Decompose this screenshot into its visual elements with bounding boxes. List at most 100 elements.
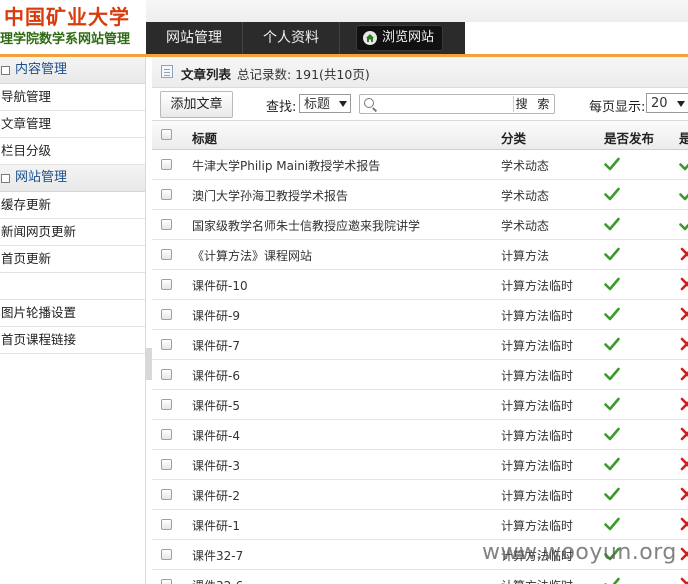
column-header-col5[interactable]: 是	[679, 128, 688, 147]
article-title-link[interactable]: 课件研-1	[192, 517, 240, 534]
cross-icon[interactable]	[679, 547, 688, 561]
check-icon[interactable]	[604, 457, 620, 471]
check-icon[interactable]	[679, 157, 688, 171]
cross-icon[interactable]	[679, 427, 688, 441]
article-title-link[interactable]: 牛津大学Philip Maini教授学术报告	[192, 157, 380, 174]
cross-icon[interactable]	[679, 277, 688, 291]
cross-icon[interactable]	[679, 517, 688, 531]
check-icon[interactable]	[604, 247, 620, 261]
check-icon[interactable]	[604, 397, 620, 411]
article-title-link[interactable]: 课件研-7	[192, 337, 240, 354]
sidebar-item-column-levels[interactable]: 栏目分级	[0, 138, 145, 165]
column-header-title[interactable]: 标题	[192, 128, 217, 147]
add-article-button[interactable]: 添加文章	[160, 91, 233, 118]
column-header-category[interactable]: 分类	[501, 128, 526, 147]
row-checkbox[interactable]	[161, 369, 172, 380]
check-icon[interactable]	[604, 487, 620, 501]
sidebar-item-article-management[interactable]: 文章管理	[0, 111, 145, 138]
main-panel: 文章列表 总记录数: 191(共10页) 添加文章 查找: 标题 搜 索 每页显…	[152, 57, 688, 584]
cross-icon[interactable]	[679, 337, 688, 351]
article-category: 计算方法临时	[501, 399, 574, 413]
check-icon[interactable]	[604, 277, 620, 291]
browse-site-button[interactable]: 浏览网站	[356, 25, 444, 51]
sidebar-section-site[interactable]: 网站管理	[0, 165, 145, 192]
article-title-link[interactable]: 澳门大学孙海卫教授学术报告	[192, 187, 348, 204]
check-icon[interactable]	[604, 217, 620, 231]
column-header-published[interactable]: 是否发布	[604, 128, 654, 147]
row-checkbox[interactable]	[161, 519, 172, 530]
cross-icon[interactable]	[679, 397, 688, 411]
check-icon[interactable]	[604, 427, 620, 441]
row-checkbox[interactable]	[161, 549, 172, 560]
table-row: 课件研-10 计算方法临时	[152, 270, 688, 300]
row-checkbox[interactable]	[161, 579, 172, 584]
page-title: 文章列表	[181, 67, 232, 82]
sidebar-item-carousel-settings[interactable]: 图片轮播设置	[0, 300, 145, 327]
check-icon[interactable]	[679, 187, 688, 201]
select-all-checkbox[interactable]	[161, 129, 172, 140]
header: 中国矿业大学 理学院数学系网站管理 网站管理 个人资料 浏览网站	[0, 0, 688, 57]
sidebar-item-cache-update[interactable]: 缓存更新	[0, 192, 145, 219]
sidebar-item-news-page-update[interactable]: 新闻网页更新	[0, 219, 145, 246]
row-checkbox[interactable]	[161, 219, 172, 230]
check-icon[interactable]	[604, 187, 620, 201]
row-checkbox[interactable]	[161, 459, 172, 470]
check-icon[interactable]	[679, 217, 688, 231]
table-row: 课件研-6 计算方法临时	[152, 360, 688, 390]
check-icon[interactable]	[604, 337, 620, 351]
search-field-select[interactable]: 标题	[299, 94, 351, 113]
article-title-link[interactable]: 课件32-7	[192, 547, 243, 564]
sidebar-item-nav-management[interactable]: 导航管理	[0, 84, 145, 111]
check-icon[interactable]	[604, 547, 620, 561]
table-header: 标题 分类 是否发布 是	[152, 120, 688, 150]
check-icon[interactable]	[604, 367, 620, 381]
sidebar-item-course-links[interactable]: 首页课程链接	[0, 327, 145, 354]
article-title-link[interactable]: 课件研-3	[192, 457, 240, 474]
nav-site-management[interactable]: 网站管理	[146, 22, 243, 54]
cross-icon[interactable]	[679, 247, 688, 261]
row-checkbox[interactable]	[161, 159, 172, 170]
check-icon[interactable]	[604, 577, 620, 584]
article-title-link[interactable]: 课件研-4	[192, 427, 240, 444]
check-icon[interactable]	[604, 157, 620, 171]
nav-profile[interactable]: 个人资料	[243, 22, 340, 54]
article-title-link[interactable]: 课件研-9	[192, 307, 240, 324]
row-checkbox[interactable]	[161, 429, 172, 440]
row-checkbox[interactable]	[161, 489, 172, 500]
cross-icon[interactable]	[679, 307, 688, 321]
per-page-label: 每页显示:	[589, 100, 646, 115]
row-checkbox[interactable]	[161, 399, 172, 410]
record-count: 总记录数: 191(共10页)	[237, 67, 370, 82]
check-icon[interactable]	[604, 517, 620, 531]
search-icon	[364, 98, 374, 108]
article-title-link[interactable]: 国家级教学名师朱士信教授应邀来我院讲学	[192, 217, 420, 234]
search-input[interactable]	[378, 96, 512, 114]
row-checkbox[interactable]	[161, 309, 172, 320]
search-button[interactable]: 搜 索	[513, 96, 554, 112]
per-page-select[interactable]: 20	[646, 93, 688, 113]
article-title-link[interactable]: 课件32-6	[192, 577, 243, 584]
cross-icon[interactable]	[679, 487, 688, 501]
row-checkbox[interactable]	[161, 249, 172, 260]
row-checkbox[interactable]	[161, 279, 172, 290]
sidebar-section-content[interactable]: 内容管理	[0, 57, 145, 84]
article-title-link[interactable]: 课件研-2	[192, 487, 240, 504]
check-icon[interactable]	[604, 307, 620, 321]
table-row: 课件研-2 计算方法临时	[152, 480, 688, 510]
cross-icon[interactable]	[679, 577, 688, 584]
cross-icon[interactable]	[679, 367, 688, 381]
cross-icon[interactable]	[679, 457, 688, 471]
row-checkbox[interactable]	[161, 339, 172, 350]
article-title-link[interactable]: 《计算方法》课程网站	[192, 247, 312, 264]
site-logo-title[interactable]: 中国矿业大学	[4, 1, 130, 30]
article-title-link[interactable]: 课件研-6	[192, 367, 240, 384]
list-icon	[161, 65, 173, 78]
table-row: 《计算方法》课程网站 计算方法	[152, 240, 688, 270]
row-checkbox[interactable]	[161, 189, 172, 200]
sidebar-item-homepage-update[interactable]: 首页更新	[0, 246, 145, 273]
article-title-link[interactable]: 课件研-5	[192, 397, 240, 414]
toolbar: 添加文章 查找: 标题 搜 索 每页显示: 20	[152, 88, 688, 120]
article-title-link[interactable]: 课件研-10	[192, 277, 248, 294]
sidebar: 内容管理 导航管理 文章管理 栏目分级 网站管理 缓存更新 新闻网页更新 首页更…	[0, 57, 146, 584]
home-icon	[363, 31, 377, 45]
